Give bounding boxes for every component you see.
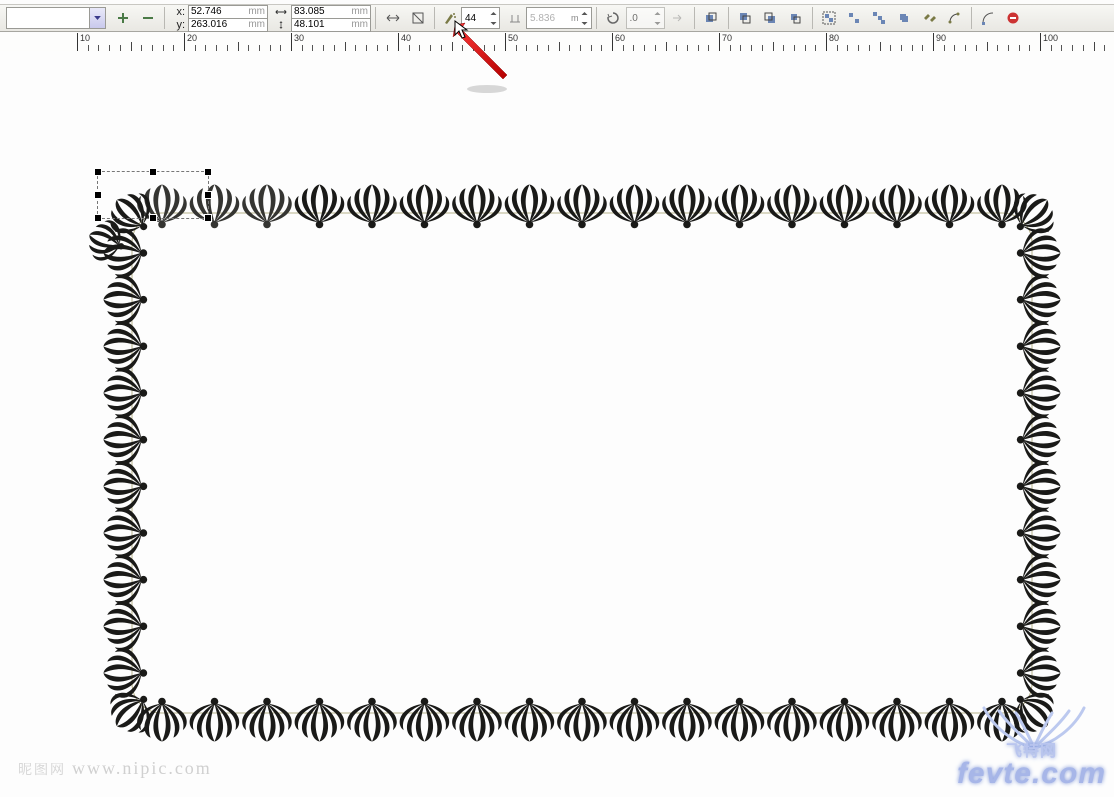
combine-button[interactable] bbox=[893, 7, 916, 30]
group-button[interactable] bbox=[818, 7, 841, 30]
ungroup-button[interactable] bbox=[843, 7, 866, 30]
edit-anchors-button[interactable] bbox=[943, 7, 966, 30]
nipic-watermark: 昵图网www.nipic.com bbox=[18, 758, 212, 779]
property-bar: x: 52.746mm y: 263.016mm 83.085mm bbox=[0, 4, 1114, 32]
angle-field[interactable]: .0 bbox=[626, 7, 665, 29]
height-icon bbox=[274, 19, 288, 31]
remove-node-button[interactable] bbox=[136, 7, 159, 30]
preset-combo[interactable] bbox=[6, 7, 106, 29]
mouse-cursor-icon bbox=[454, 20, 470, 40]
y-position-field[interactable]: 263.016mm bbox=[188, 18, 268, 32]
rotate-icon-button[interactable] bbox=[602, 7, 625, 30]
convert-to-curves-button[interactable] bbox=[977, 7, 1000, 30]
add-node-button[interactable] bbox=[111, 7, 134, 30]
to-back-of-layer-button[interactable] bbox=[759, 7, 782, 30]
non-proportional-button[interactable] bbox=[381, 7, 404, 30]
size-readout: 83.085mm 48.101mm bbox=[274, 5, 371, 31]
ornament-frame bbox=[72, 173, 1072, 753]
to-front-of-layer-button[interactable] bbox=[734, 7, 757, 30]
ungroup-all-button[interactable] bbox=[868, 7, 891, 30]
position-readout: x: 52.746mm y: 263.016mm bbox=[171, 5, 268, 31]
height-field[interactable]: 48.101mm bbox=[291, 18, 371, 32]
width-icon bbox=[274, 6, 288, 18]
delete-button[interactable] bbox=[1002, 7, 1025, 30]
combo-dropdown-icon[interactable] bbox=[89, 8, 105, 28]
width-field[interactable]: 83.085mm bbox=[291, 5, 371, 19]
proportional-button[interactable] bbox=[406, 7, 429, 30]
canvas-area[interactable]: 昵图网www.nipic.com 飞特网 fevte.com bbox=[0, 51, 1114, 797]
break-apart-button[interactable] bbox=[918, 7, 941, 30]
apply-rotation-button[interactable] bbox=[666, 7, 689, 30]
fevte-watermark: 飞特网 fevte.com bbox=[957, 737, 1106, 791]
forward-one-button[interactable] bbox=[784, 7, 807, 30]
bring-to-front-button[interactable] bbox=[700, 7, 723, 30]
y-label: y: bbox=[171, 19, 185, 31]
horizontal-ruler: 102030405060708090100 bbox=[0, 33, 1114, 52]
selection-marquee bbox=[97, 171, 209, 219]
spacing-field[interactable]: 5.836 m bbox=[526, 7, 592, 29]
x-position-field[interactable]: 52.746mm bbox=[188, 5, 268, 19]
x-label: x: bbox=[171, 6, 185, 18]
